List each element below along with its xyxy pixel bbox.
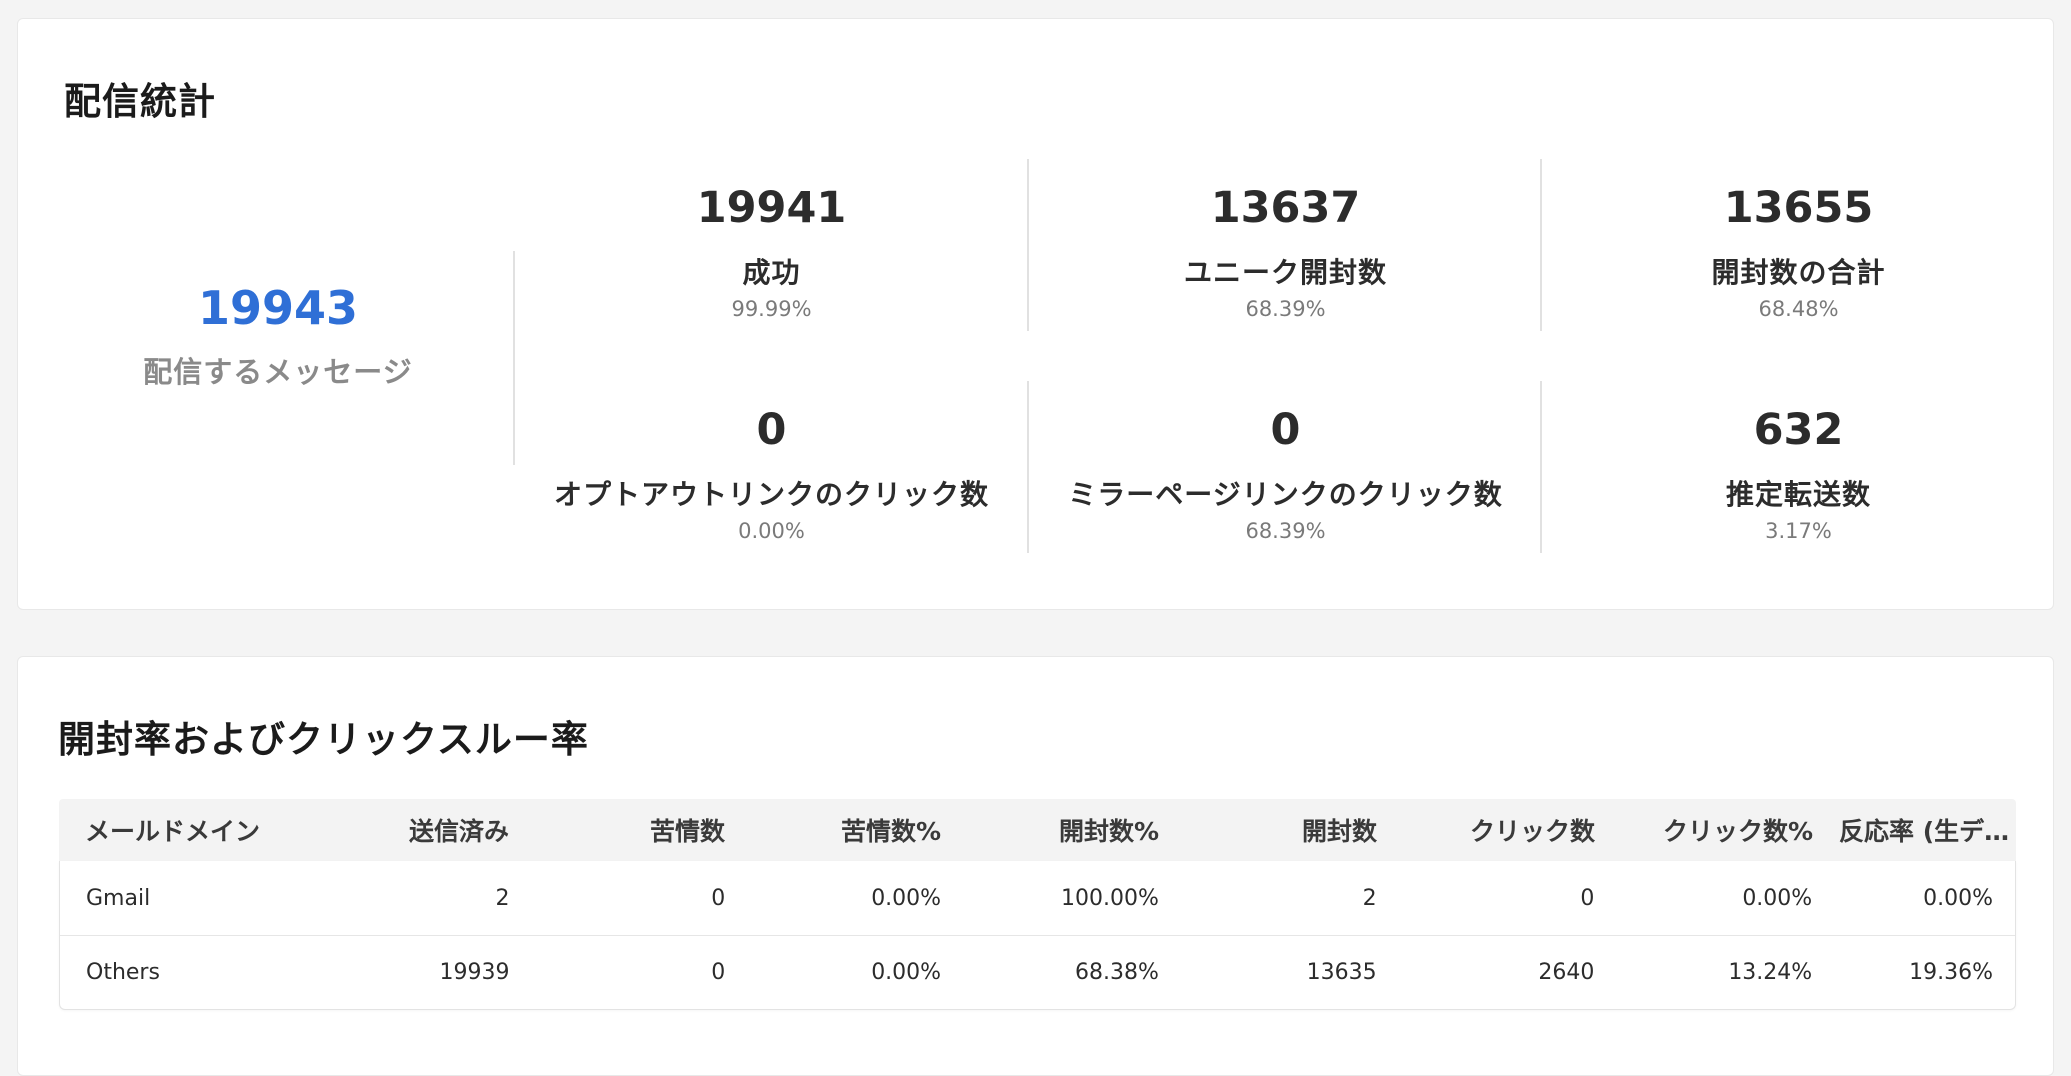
metric-success: 19941 成功 99.99% bbox=[515, 183, 1028, 321]
cell-sent: 2 bbox=[495, 885, 510, 911]
column-header-opens-percent[interactable]: 開封数% bbox=[963, 812, 1181, 848]
cell-complaints-percent: 0.00% bbox=[871, 960, 942, 985]
metric-percent: 68.39% bbox=[1245, 519, 1326, 543]
cell-clicks: 0 bbox=[1580, 885, 1595, 911]
metric-estimated-forwards: 632 推定転送数 3.17% bbox=[1542, 405, 2055, 543]
metric-value: 13655 bbox=[1723, 183, 1874, 233]
metric-percent: 68.39% bbox=[1245, 297, 1326, 321]
metric-value: 19941 bbox=[696, 183, 847, 233]
metric-value: 632 bbox=[1753, 405, 1844, 455]
cell-complaints: 0 bbox=[711, 960, 726, 985]
primary-metric-label: 配信するメッセージ bbox=[143, 355, 413, 389]
metric-percent: 0.00% bbox=[738, 519, 805, 543]
delivery-stats-title: 配信統計 bbox=[64, 80, 216, 123]
cell-reactivity: 0.00% bbox=[1923, 885, 1994, 911]
cell-opens-percent: 68.38% bbox=[1074, 960, 1159, 985]
table-body: Gmail 2 0 0.00% 100.00% 2 0 0.00% 0.00% … bbox=[59, 861, 2016, 1010]
primary-metric-value: 19943 bbox=[197, 281, 359, 335]
metric-label: 推定転送数 bbox=[1725, 478, 1871, 511]
cell-domain: Gmail bbox=[86, 885, 151, 911]
cell-complaints: 0 bbox=[711, 885, 726, 911]
cell-reactivity: 19.36% bbox=[1909, 960, 1994, 985]
open-click-rates-title: 開封率およびクリックスルー率 bbox=[58, 718, 589, 761]
metric-percent: 3.17% bbox=[1765, 519, 1832, 543]
column-header-complaints-percent[interactable]: 苦情数% bbox=[747, 812, 963, 848]
column-header-reactivity[interactable]: 反応率 (生デ… bbox=[1835, 812, 2016, 848]
primary-metric: 19943 配信するメッセージ bbox=[78, 281, 478, 391]
table-header: メールドメイン 送信済み 苦情数 苦情数% 開封数% 開封数 クリック数 クリッ… bbox=[59, 799, 2016, 861]
metric-percent: 68.48% bbox=[1758, 297, 1839, 321]
table-row[interactable]: Others 19939 0 0.00% 68.38% 13635 2640 1… bbox=[60, 935, 2015, 1009]
cell-clicks: 2640 bbox=[1538, 960, 1595, 985]
open-click-rates-card: 開封率およびクリックスルー率 メールドメイン 送信済み 苦情数 苦情数% 開封数… bbox=[17, 656, 2054, 1076]
metric-total-opens: 13655 開封数の合計 68.48% bbox=[1542, 183, 2055, 321]
rates-table: メールドメイン 送信済み 苦情数 苦情数% 開封数% 開封数 クリック数 クリッ… bbox=[59, 799, 2016, 1010]
column-header-complaints[interactable]: 苦情数 bbox=[531, 812, 747, 848]
metric-label: ユニーク開封数 bbox=[1183, 256, 1387, 289]
column-header-sent[interactable]: 送信済み bbox=[289, 812, 531, 848]
metric-mirror-page-clicks: 0 ミラーページリンクのクリック数 68.39% bbox=[1029, 405, 1542, 543]
metric-label: オプトアウトリンクのクリック数 bbox=[553, 478, 989, 511]
cell-sent: 19939 bbox=[439, 960, 510, 985]
column-header-domain[interactable]: メールドメイン bbox=[59, 812, 289, 848]
cell-opens: 2 bbox=[1362, 885, 1377, 911]
cell-clicks-percent: 13.24% bbox=[1728, 960, 1813, 985]
column-header-clicks-percent[interactable]: クリック数% bbox=[1617, 812, 1835, 848]
metric-value: 0 bbox=[1270, 405, 1301, 455]
metric-value: 0 bbox=[756, 405, 787, 455]
column-header-opens[interactable]: 開封数 bbox=[1181, 812, 1399, 848]
metric-label: 成功 bbox=[742, 256, 801, 289]
cell-complaints-percent: 0.00% bbox=[871, 885, 942, 911]
column-header-clicks[interactable]: クリック数 bbox=[1399, 812, 1617, 848]
cell-clicks-percent: 0.00% bbox=[1742, 885, 1813, 911]
cell-domain: Others bbox=[86, 960, 160, 985]
delivery-stats-card: 配信統計 19943 配信するメッセージ 19941 成功 99.99% 136… bbox=[17, 18, 2054, 610]
cell-opens: 13635 bbox=[1306, 960, 1377, 985]
metric-optout-clicks: 0 オプトアウトリンクのクリック数 0.00% bbox=[515, 405, 1028, 543]
metric-unique-opens: 13637 ユニーク開封数 68.39% bbox=[1029, 183, 1542, 321]
metric-label: 開封数の合計 bbox=[1711, 256, 1886, 289]
cell-opens-percent: 100.00% bbox=[1060, 885, 1159, 911]
table-row[interactable]: Gmail 2 0 0.00% 100.00% 2 0 0.00% 0.00% bbox=[60, 861, 2015, 935]
metric-value: 13637 bbox=[1210, 183, 1361, 233]
metric-label: ミラーページリンクのクリック数 bbox=[1068, 478, 1503, 511]
metric-percent: 99.99% bbox=[731, 297, 812, 321]
